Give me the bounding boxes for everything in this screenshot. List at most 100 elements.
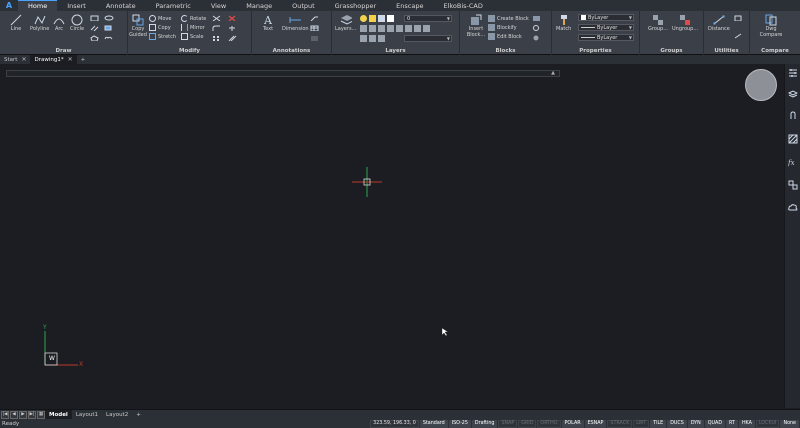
layer-match-icon[interactable] (360, 25, 367, 32)
layers-panel-icon[interactable] (788, 89, 798, 99)
table-icon[interactable] (310, 25, 320, 31)
block-settings-icon[interactable] (532, 25, 542, 31)
status-toggle-hka[interactable]: HKA (738, 419, 755, 428)
close-icon[interactable]: ✕ (68, 56, 73, 63)
erase-icon[interactable] (228, 15, 238, 21)
layout-tab-layout2[interactable]: Layout2 (102, 410, 132, 420)
ungroup-tool[interactable]: Ungroup... (672, 14, 698, 32)
layer-walk-icon[interactable] (360, 35, 367, 42)
text-tool[interactable]: A Text (262, 14, 274, 33)
status-toggle-lockui[interactable]: LOCKUI (755, 419, 780, 428)
rotate-tool[interactable]: Rotate (181, 15, 206, 22)
group-tool[interactable]: Group... (648, 14, 668, 32)
block-attribute-icon[interactable] (532, 15, 542, 21)
polyline-tool[interactable]: Polyline (30, 14, 49, 32)
status-toggle-strack[interactable]: STRACK (607, 419, 633, 428)
app-menu-icon[interactable]: A (0, 0, 18, 11)
function-icon[interactable]: fx (788, 157, 798, 167)
array-icon[interactable] (212, 35, 222, 41)
layer-unisolate-icon[interactable] (387, 25, 394, 32)
blockify-tool[interactable]: Blockify (488, 24, 517, 31)
blocks-library-icon[interactable] (788, 180, 798, 190)
layer-delete-icon[interactable] (378, 35, 385, 42)
ribbon-tab-grasshopper[interactable]: Grasshopper (325, 0, 387, 11)
layer-select[interactable]: 0 ▼ (404, 15, 452, 22)
trim-icon[interactable] (212, 15, 222, 21)
layer-on-icon[interactable] (360, 15, 367, 22)
linetype-select[interactable]: ByLayer ▼ (578, 24, 634, 31)
dimension-tool[interactable]: Dimension (282, 14, 309, 32)
status-toggle-none[interactable]: None (780, 419, 799, 428)
status-toggle-quad[interactable]: QUAD (704, 419, 726, 428)
layer-previous-icon[interactable] (369, 25, 376, 32)
status-toggle-lwt[interactable]: LWT (633, 419, 650, 428)
layer-state-select[interactable]: ▼ (404, 35, 452, 42)
markup-icon[interactable] (310, 35, 320, 41)
status-toggle-snap[interactable]: SNAP (498, 419, 518, 428)
create-block-tool[interactable]: Create Block (488, 15, 529, 22)
rectangle-icon[interactable] (90, 15, 100, 21)
arc-tool[interactable]: Arc (53, 14, 65, 32)
dwg-compare-tool[interactable]: Dwg Compare (758, 14, 784, 38)
next-layout-icon[interactable]: ▶ (19, 410, 27, 419)
add-layout-button[interactable]: + (132, 410, 145, 420)
match-properties-tool[interactable]: Match (556, 14, 571, 32)
layout-tab-layout1[interactable]: Layout1 (72, 410, 102, 420)
doc-tab-drawing1[interactable]: Drawing1* ✕ (30, 55, 77, 64)
view-cube[interactable] (745, 69, 777, 101)
ribbon-tab-view[interactable]: View (201, 0, 236, 11)
layer-unlock-tool-icon[interactable] (423, 25, 430, 32)
close-icon[interactable]: ✕ (21, 56, 26, 63)
status-toggle-tile[interactable]: TILE (650, 419, 667, 428)
layer-freeze-tool-icon[interactable] (405, 25, 412, 32)
measure-icon[interactable] (734, 33, 744, 39)
mirror-tool[interactable]: Mirror (181, 24, 205, 31)
properties-sliders-icon[interactable] (788, 68, 798, 78)
ribbon-tab-enscape[interactable]: Enscape (386, 0, 433, 11)
status-toggle-dyn[interactable]: DYN (687, 419, 704, 428)
hatch-icon[interactable] (90, 25, 100, 31)
scale-tool[interactable]: Scale (181, 33, 203, 40)
leader-icon[interactable] (310, 15, 320, 21)
layer-isolate-icon[interactable] (378, 25, 385, 32)
layer-freeze-icon[interactable] (369, 15, 376, 22)
layer-lock-icon[interactable] (378, 15, 385, 22)
layer-off-icon[interactable] (396, 25, 403, 32)
layer-color-icon[interactable] (387, 15, 394, 22)
fillet-icon[interactable] (212, 25, 222, 31)
layout-list-icon[interactable]: ▦ (37, 410, 45, 419)
caret-up-icon[interactable]: ▲ (551, 70, 555, 76)
polygon-icon[interactable] (90, 35, 100, 41)
new-tab-button[interactable]: + (77, 55, 90, 64)
calculator-icon[interactable] (734, 15, 744, 21)
layers-button[interactable]: Layers... (335, 14, 356, 32)
line-tool[interactable]: Line (10, 14, 22, 32)
prev-layout-icon[interactable]: ◀ (10, 410, 18, 419)
block-palette-icon[interactable] (532, 35, 542, 41)
command-line-input[interactable]: ▲ (6, 70, 560, 77)
ribbon-tab-output[interactable]: Output (282, 0, 325, 11)
status-toggle-rt[interactable]: RT (726, 419, 738, 428)
status-toggle-grid[interactable]: GRID (518, 419, 537, 428)
ribbon-tab-parametric[interactable]: Parametric (146, 0, 201, 11)
status-toggle-iso-25[interactable]: ISO-25 (448, 419, 471, 428)
ellipse-icon[interactable] (104, 15, 114, 21)
doc-tab-start[interactable]: Start ✕ (0, 55, 30, 64)
hatch-pattern-icon[interactable] (788, 134, 798, 144)
color-select[interactable]: ByLayer ▼ (578, 14, 634, 21)
layout-tab-model[interactable]: Model (45, 409, 72, 420)
attachment-icon[interactable] (788, 111, 798, 121)
last-layout-icon[interactable]: ▶| (28, 410, 36, 419)
edit-block-tool[interactable]: Edit Block (488, 33, 522, 40)
region-icon[interactable] (104, 25, 114, 31)
insert-block-tool[interactable]: Insert Block... (466, 14, 486, 38)
copy-tool[interactable]: Copy (149, 24, 171, 31)
layer-lock-tool-icon[interactable] (414, 25, 421, 32)
status-toggle-esnap[interactable]: ESNAP (584, 419, 607, 428)
cloud-icon[interactable] (788, 203, 798, 213)
status-toggle-drafting[interactable]: Drafting (471, 419, 498, 428)
ribbon-tab-annotate[interactable]: Annotate (96, 0, 146, 11)
offset-icon[interactable] (228, 35, 238, 41)
copy-guided-tool[interactable]: Copy Guided (129, 14, 147, 38)
ribbon-tab-home[interactable]: Home (18, 0, 58, 11)
